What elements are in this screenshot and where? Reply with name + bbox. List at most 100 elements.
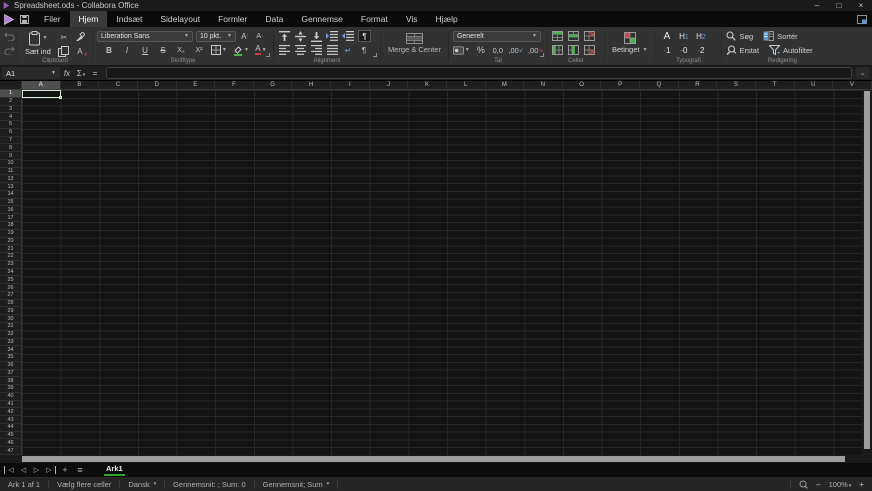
clone-formatting-icon[interactable] [74,31,86,43]
text-direction-button[interactable]: ¶ [358,30,371,42]
statistics-selector[interactable]: Gennemsnit; Sum ▾ [255,479,339,489]
row-header-14[interactable]: 14 [0,191,21,199]
italic-button[interactable]: I [121,44,133,56]
menu-item-hjælp[interactable]: Hjælp [427,11,467,27]
column-header-P[interactable]: P [601,81,640,89]
row-header-9[interactable]: 9 [0,152,21,160]
row-header-12[interactable]: 12 [0,175,21,184]
column-header-J[interactable]: J [370,81,409,89]
row-header-39[interactable]: 39 [0,385,21,393]
row-header-30[interactable]: 30 [0,315,21,323]
row-header-26[interactable]: 26 [0,284,21,292]
column-header-S[interactable]: S [717,81,756,89]
menu-item-data[interactable]: Data [256,11,292,27]
insert-columns-left-icon[interactable] [552,44,564,56]
row-header-45[interactable]: 45 [0,432,21,440]
increase-indent-icon[interactable] [326,30,338,42]
zoom-out-button[interactable]: – [816,480,820,489]
subscript-button[interactable]: X₂ [175,44,187,56]
row-header-43[interactable]: 43 [0,416,21,424]
font-name-combo[interactable]: Liberation Sans ▼ [97,30,193,42]
column-header-D[interactable]: D [138,81,177,89]
language-selector[interactable]: Dansk ▾ [120,479,166,489]
style-heading2-button[interactable]: H2 [693,32,708,41]
expand-formula-bar-button[interactable]: ⌄ [856,67,869,79]
shrink-font-icon[interactable]: A ↓ [254,30,266,42]
column-header-Q[interactable]: Q [640,81,679,89]
row-header-25[interactable]: 25 [0,276,21,285]
column-header-N[interactable]: N [524,81,563,89]
horizontal-scrollbar-thumb[interactable] [22,456,845,462]
vertical-scrollbar[interactable] [862,90,872,455]
row-header-32[interactable]: 32 [0,331,21,339]
align-center-icon[interactable] [294,44,306,56]
background-color-button[interactable]: ▼ [233,44,249,56]
align-left-icon[interactable] [278,44,290,56]
style-good-button[interactable]: -1 [659,46,674,55]
row-header-35[interactable]: 35 [0,354,21,362]
row-header-16[interactable]: 16 [0,206,21,215]
first-sheet-button[interactable]: ◁ [4,466,17,474]
percent-format-icon[interactable]: % [475,44,487,56]
merge-center-button[interactable]: Merge & Center [385,32,444,54]
redo-icon[interactable] [3,44,15,56]
number-format-combo[interactable]: Generelt ▼ [452,30,541,42]
row-header-21[interactable]: 21 [0,245,21,254]
superscript-button[interactable]: X² [193,44,205,56]
autofilter-button[interactable]: Autofilter [769,45,813,55]
row-header-20[interactable]: 20 [0,238,21,246]
column-header-U[interactable]: U [795,81,834,89]
wrap-text-icon[interactable]: ↵ [342,44,354,56]
column-header-R[interactable]: R [679,81,718,89]
row-header-33[interactable]: 33 [0,339,21,347]
row-header-11[interactable]: 11 [0,168,21,176]
minimize-button[interactable]: – [806,0,828,11]
insert-columns-right-icon[interactable] [568,44,580,56]
sort-button[interactable]: Sortér [763,31,798,41]
horizontal-scrollbar[interactable] [0,455,872,463]
notebookbar-options-button[interactable] [857,11,872,27]
conditional-formatting-button[interactable]: Betinget ▼ [609,32,650,54]
last-sheet-button[interactable]: ▷ [43,466,56,474]
column-header-A[interactable]: A [22,81,61,89]
name-box[interactable]: A1 ▼ [2,67,60,79]
menu-item-hjem[interactable]: Hjem [69,11,108,27]
center-vertically-icon[interactable] [294,30,306,42]
row-header-28[interactable]: 28 [0,300,21,308]
row-header-34[interactable]: 34 [0,346,21,355]
copy-icon[interactable] [58,45,70,57]
add-decimal-icon[interactable]: ,00 ↙ [508,44,523,56]
row-header-13[interactable]: 13 [0,183,21,191]
row-header-19[interactable]: 19 [0,230,21,238]
row-header-41[interactable]: 41 [0,401,21,409]
column-header-H[interactable]: H [292,81,331,89]
row-header-15[interactable]: 15 [0,199,21,207]
paragraph-mark-icon[interactable]: ¶ [358,44,370,56]
row-header-27[interactable]: 27 [0,292,21,300]
row-header-29[interactable]: 29 [0,307,21,316]
equals-button[interactable]: = [88,69,102,78]
menu-item-indsæt[interactable]: Indsæt [107,11,151,27]
currency-format-button[interactable]: ▼ [452,44,470,56]
menu-item-vis[interactable]: Vis [397,11,427,27]
paste-dropdown-icon[interactable]: ▼ [42,35,47,41]
add-sheet-button[interactable]: + [58,465,72,475]
zoom-level[interactable]: 100%▾ [829,480,852,489]
row-header-24[interactable]: 24 [0,269,21,277]
insert-rows-above-icon[interactable] [552,30,564,42]
row-header-6[interactable]: 6 [0,129,21,137]
row-header-3[interactable]: 3 [0,106,21,114]
style-neutral-button[interactable]: -0 [676,46,691,55]
previous-sheet-button[interactable]: ◁ [17,466,30,474]
menu-item-gennemse[interactable]: Gennemse [292,11,352,27]
row-header-42[interactable]: 42 [0,408,21,417]
selection-mode[interactable]: Vælg flere celler [49,479,121,489]
column-header-L[interactable]: L [447,81,486,89]
maximize-button[interactable]: □ [828,0,850,11]
column-header-K[interactable]: K [408,81,447,89]
row-header-46[interactable]: 46 [0,439,21,448]
row-header-7[interactable]: 7 [0,137,21,145]
row-header-47[interactable]: 47 [0,447,21,455]
menu-item-formler[interactable]: Formler [209,11,256,27]
decrease-indent-icon[interactable] [342,30,354,42]
